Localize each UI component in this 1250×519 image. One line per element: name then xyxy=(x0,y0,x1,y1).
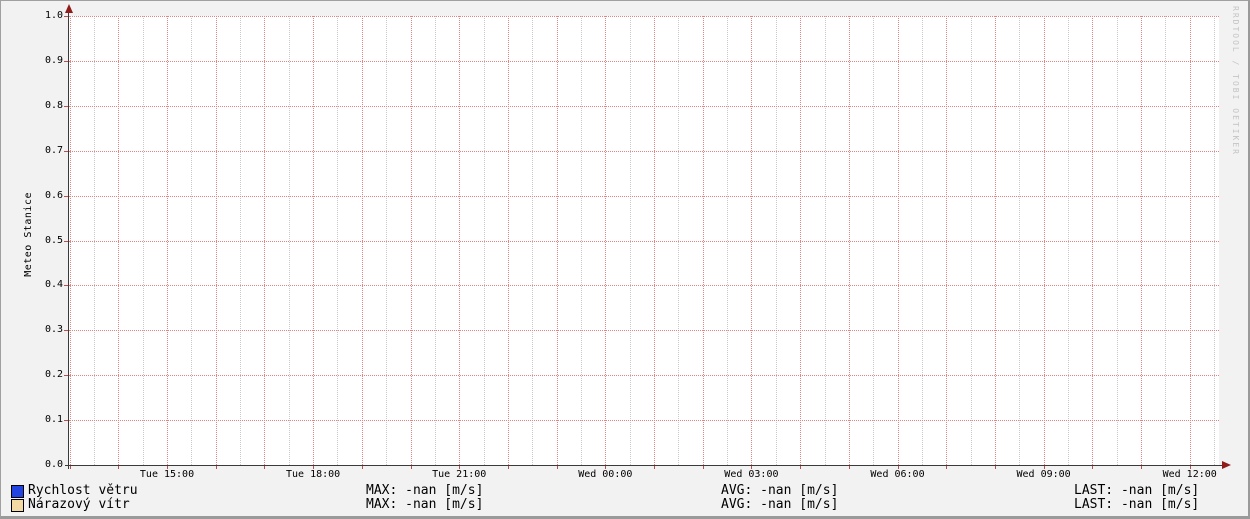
x-tick-mark xyxy=(459,466,461,469)
x-tick-mark xyxy=(1092,466,1094,469)
legend-swatch-narazovy-vitr xyxy=(11,499,24,512)
stat-last: LAST: -nan [m/s] xyxy=(1074,497,1200,512)
x-tick-mark xyxy=(410,466,412,469)
y-tick-mark xyxy=(64,105,68,107)
x-tick-mark xyxy=(313,466,315,469)
x-tick-mark xyxy=(1189,466,1191,469)
y-tick-label: 0.6 xyxy=(44,189,63,201)
x-tick-label: Wed 09:00 xyxy=(1016,469,1071,480)
y-tick-label: 0.7 xyxy=(44,144,63,156)
stat-avg: AVG: -nan [m/s] xyxy=(721,483,839,498)
x-tick-mark xyxy=(897,466,899,469)
y-tick-label: 0.8 xyxy=(44,99,63,111)
x-tick-mark xyxy=(1141,466,1142,469)
y-tick-mark xyxy=(64,240,68,242)
stat-last: LAST: -nan [m/s] xyxy=(1074,483,1200,498)
y-tick-mark xyxy=(64,375,68,377)
x-tick-mark xyxy=(264,466,266,469)
x-tick-label: Wed 12:00 xyxy=(1162,469,1217,480)
legend-label: Nárazový vítr xyxy=(28,497,130,512)
x-tick-mark xyxy=(605,466,607,469)
y-tick-mark xyxy=(64,150,68,152)
y-tick-mark xyxy=(64,60,68,62)
x-tick-label: Tue 21:00 xyxy=(432,469,487,480)
x-axis-line xyxy=(65,465,1223,466)
x-tick-label: Tue 15:00 xyxy=(139,469,195,480)
gridline-major xyxy=(69,420,1219,422)
x-tick-mark xyxy=(556,466,558,469)
gridline-major xyxy=(69,330,1219,332)
y-axis-arrow-icon xyxy=(65,4,73,13)
gridline-major xyxy=(69,60,1219,62)
legend-swatch-rychlost-vetru xyxy=(11,485,24,498)
x-tick-mark xyxy=(118,466,120,469)
y-tick-mark xyxy=(64,16,68,17)
y-tick-mark xyxy=(64,420,68,422)
x-tick-mark xyxy=(751,466,753,469)
y-axis-line xyxy=(68,9,69,469)
x-tick-mark xyxy=(215,466,217,469)
x-axis-arrow-icon xyxy=(1222,461,1231,469)
x-tick-label: Wed 00:00 xyxy=(578,469,633,480)
rrdtool-graph: Meteo Stanice RRDTOOL / TOBI OETIKER 1.0… xyxy=(0,0,1250,519)
legend-row: Rychlost větru MAX: -nan [m/s] AVG: -nan… xyxy=(1,484,1248,498)
x-tick-mark xyxy=(361,466,363,469)
x-tick-mark xyxy=(654,466,655,469)
x-tick-mark xyxy=(507,466,509,469)
gridline-major xyxy=(69,16,1219,17)
x-tick-mark xyxy=(1043,466,1045,469)
y-tick-mark xyxy=(64,330,68,332)
x-tick-label: Wed 03:00 xyxy=(724,469,779,480)
x-tick-mark xyxy=(800,466,802,469)
y-tick-label: 0.0 xyxy=(44,459,63,470)
y-tick-label: 0.9 xyxy=(44,54,63,66)
x-tick-mark xyxy=(848,466,850,469)
x-tick-mark xyxy=(994,466,996,469)
x-tick-mark xyxy=(702,466,704,469)
gridline-major xyxy=(69,240,1219,242)
y-tick-label: 0.5 xyxy=(44,234,63,246)
stat-avg: AVG: -nan [m/s] xyxy=(721,497,839,512)
y-tick-mark xyxy=(64,195,68,197)
x-tick-mark xyxy=(946,466,948,469)
x-tick-mark xyxy=(69,466,71,469)
legend-label: Rychlost větru xyxy=(28,483,138,498)
y-tick-mark xyxy=(64,285,68,287)
gridline-major xyxy=(69,285,1219,287)
y-tick-label: 1.0 xyxy=(44,10,63,21)
gridline-major xyxy=(69,105,1219,107)
stat-max: MAX: -nan [m/s] xyxy=(366,483,484,498)
y-tick-label: 0.1 xyxy=(44,414,63,426)
gridline-major xyxy=(69,195,1219,197)
gridline-major xyxy=(69,150,1219,152)
legend-row: Nárazový vítr MAX: -nan [m/s] AVG: -nan … xyxy=(1,498,1248,512)
stat-max: MAX: -nan [m/s] xyxy=(366,497,484,512)
x-tick-label: Tue 18:00 xyxy=(286,469,341,480)
y-axis-title: Meteo Stanice xyxy=(23,192,34,277)
rrdtool-watermark: RRDTOOL / TOBI OETIKER xyxy=(1231,6,1240,156)
y-tick-label: 0.2 xyxy=(44,369,63,381)
x-tick-mark xyxy=(167,466,168,469)
y-tick-label: 0.3 xyxy=(44,324,63,336)
y-tick-label: 0.4 xyxy=(44,279,63,291)
x-tick-label: Wed 06:00 xyxy=(870,469,925,480)
gridline-major xyxy=(69,375,1219,377)
plot-area xyxy=(69,16,1219,465)
